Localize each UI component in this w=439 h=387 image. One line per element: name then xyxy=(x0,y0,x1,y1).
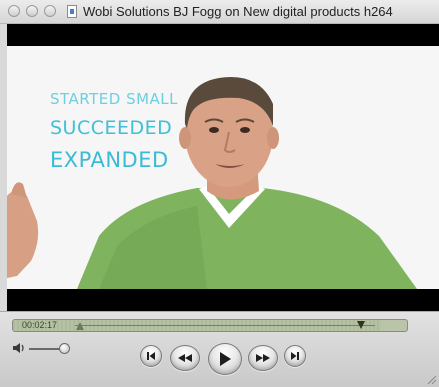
title-bar[interactable]: Wobi Solutions BJ Fogg on New digital pr… xyxy=(0,0,439,24)
playhead[interactable] xyxy=(357,321,365,329)
timeline-track xyxy=(75,325,375,326)
quicktime-player-window: Wobi Solutions BJ Fogg on New digital pr… xyxy=(0,0,439,387)
document-icon[interactable] xyxy=(67,5,77,18)
play-button[interactable] xyxy=(208,343,242,375)
overlay-text-line-3: EXPANDED xyxy=(50,148,169,172)
skip-forward-icon xyxy=(291,352,299,360)
overlay-text-line-2: SUCCEEDED xyxy=(50,117,173,139)
volume-knob[interactable] xyxy=(59,343,70,354)
window-title: Wobi Solutions BJ Fogg on New digital pr… xyxy=(83,4,393,19)
control-bar: 00:02:17 xyxy=(0,311,439,387)
selection-start-marker[interactable] xyxy=(76,322,84,330)
play-icon xyxy=(220,352,231,366)
skip-back-icon xyxy=(147,352,155,360)
skip-forward-button[interactable] xyxy=(284,345,306,367)
video-frame: STARTED SMALL SUCCEEDED EXPANDED xyxy=(7,46,439,289)
minimize-icon[interactable] xyxy=(26,5,38,17)
skip-back-button[interactable] xyxy=(140,345,162,367)
close-icon[interactable] xyxy=(8,5,20,17)
fast-forward-button[interactable] xyxy=(248,345,278,371)
timeline-scrubber[interactable]: 00:02:17 xyxy=(12,319,408,332)
speaker-icon[interactable] xyxy=(12,342,26,354)
resize-grip-icon[interactable] xyxy=(425,373,437,385)
video-area[interactable]: STARTED SMALL SUCCEEDED EXPANDED xyxy=(7,24,439,311)
fast-forward-icon xyxy=(256,354,270,362)
volume-slider[interactable] xyxy=(29,348,62,350)
zoom-icon[interactable] xyxy=(44,5,56,17)
current-time: 00:02:17 xyxy=(22,320,58,330)
rewind-button[interactable] xyxy=(170,345,200,371)
overlay-text-line-1: STARTED SMALL xyxy=(50,90,179,108)
rewind-icon xyxy=(178,354,192,362)
